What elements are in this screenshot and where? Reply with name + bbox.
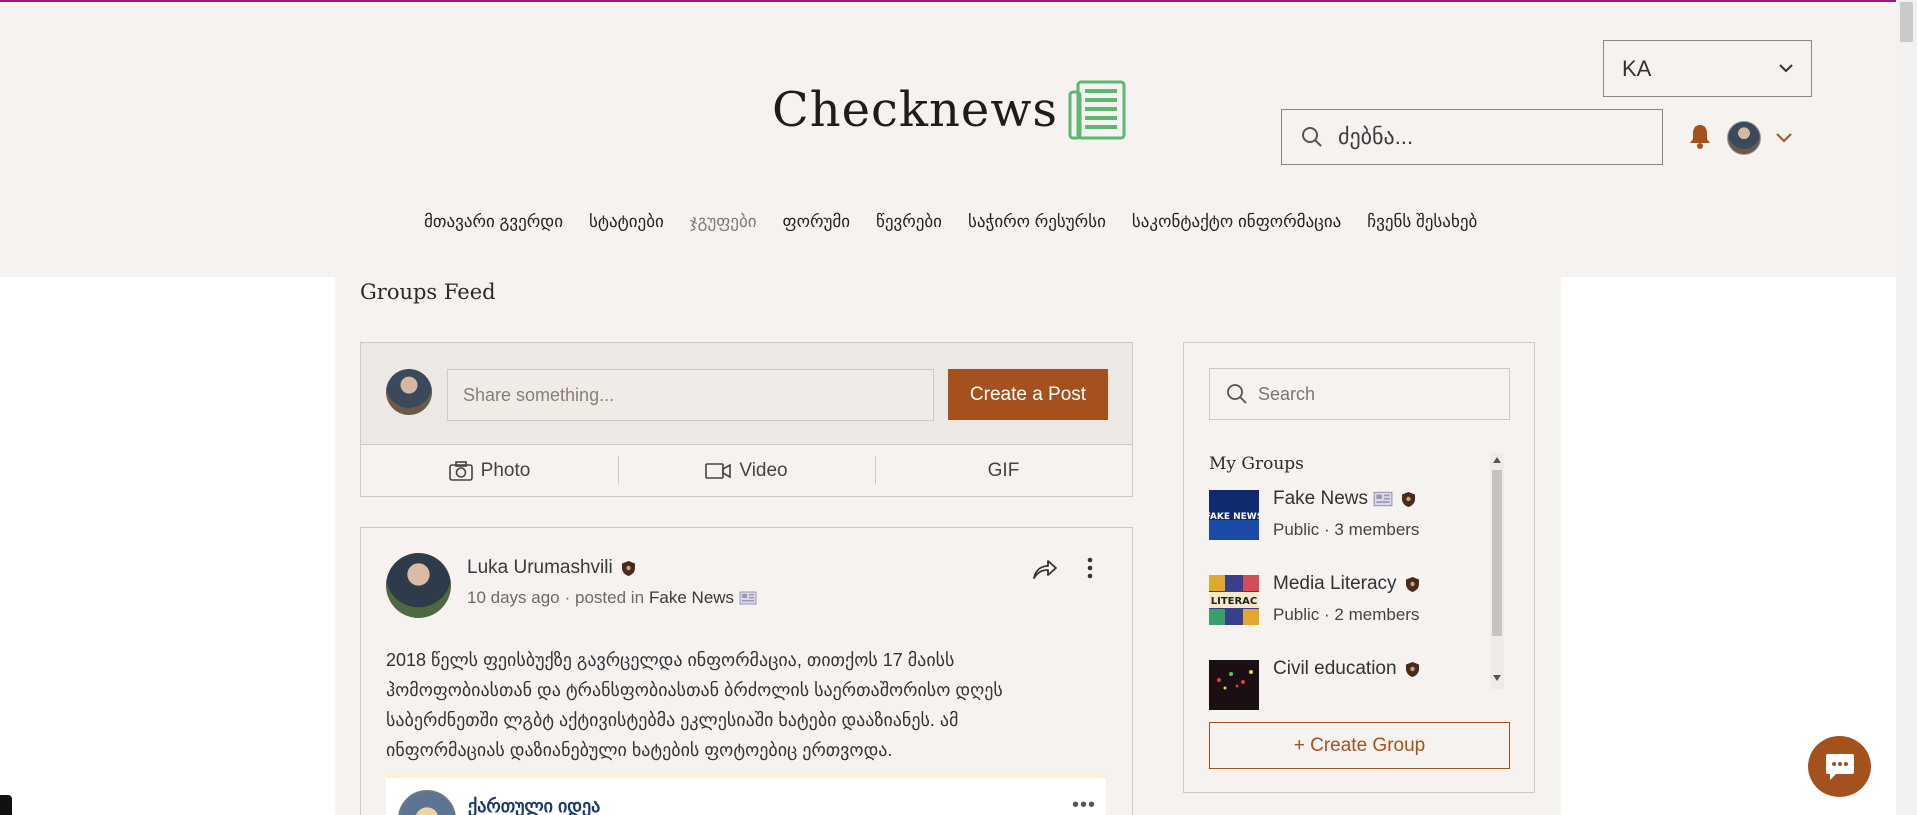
newspaper-emoji-icon xyxy=(739,591,757,605)
group-item-media-literacy[interactable]: LITERAC Media Literacy Public · 2 member… xyxy=(1209,571,1489,631)
create-post-button[interactable]: Create a Post xyxy=(948,369,1108,420)
posted-in-prefix: · posted in xyxy=(564,588,645,607)
media-options: Photo Video GIF xyxy=(361,446,1132,496)
share-something-input[interactable]: Share something... xyxy=(447,369,934,421)
my-groups-title: My Groups xyxy=(1209,454,1304,474)
post-author: Luka Urumashvili xyxy=(467,557,636,579)
embedded-post-preview[interactable]: ქართული იდეა ••• xyxy=(386,773,1106,815)
more-options-icon[interactable] xyxy=(1086,556,1094,580)
nav-item-home[interactable]: მთავარი გვერდი xyxy=(424,212,563,232)
video-button[interactable]: Video xyxy=(618,446,875,496)
groups-search-input[interactable]: Search xyxy=(1209,368,1510,420)
nav-item-contact[interactable]: საკონტაქტო ინფორმაცია xyxy=(1132,212,1341,232)
share-placeholder: Share something... xyxy=(463,384,615,405)
site-logo[interactable]: Checknews xyxy=(772,78,1130,142)
group-name: Fake News xyxy=(1273,488,1416,510)
language-value: KA xyxy=(1622,55,1652,81)
search-icon xyxy=(1302,127,1322,147)
gif-label: GIF xyxy=(987,460,1020,481)
search-placeholder: ძებნა... xyxy=(1338,124,1414,149)
nav-item-about[interactable]: ჩვენს შესახებ xyxy=(1367,212,1477,232)
post-group-link[interactable]: Fake News xyxy=(649,588,734,608)
group-meta: Public · 3 members xyxy=(1273,520,1420,539)
user-avatar[interactable] xyxy=(1727,121,1761,155)
group-thumbnail-text: LITERAC xyxy=(1211,596,1258,607)
group-name-text: Media Literacy xyxy=(1273,573,1397,594)
post-body: 2018 წელს ფეისბუქზე გავრცელდა ინფორმაცია… xyxy=(386,650,1003,760)
scrollbar-thumb[interactable] xyxy=(1492,470,1502,636)
group-name: Civil education xyxy=(1273,658,1420,680)
video-camera-icon xyxy=(705,463,732,479)
site-header: Checknews KA ძებნა... მთავარი გვერდი სტა… xyxy=(0,2,1896,277)
group-thumbnail: LITERAC xyxy=(1209,575,1259,625)
admin-shield-icon xyxy=(1405,576,1419,592)
nav-item-groups[interactable]: ჯგუფები xyxy=(690,212,757,232)
post-composer: Share something... Create a Post Photo V… xyxy=(360,342,1133,497)
search-icon xyxy=(1227,384,1247,404)
admin-shield-icon xyxy=(1405,661,1419,677)
site-search-input[interactable]: ძებნა... xyxy=(1281,109,1663,165)
admin-shield-icon xyxy=(1402,491,1416,507)
nav-item-forum[interactable]: ფორუმი xyxy=(783,212,851,232)
admin-shield-icon xyxy=(621,560,635,576)
author-avatar[interactable] xyxy=(386,553,451,618)
nav-item-resources[interactable]: საჭირო რესურსი xyxy=(968,212,1106,232)
group-name-text: Fake News xyxy=(1273,488,1369,509)
logo-text: Checknews xyxy=(772,82,1059,138)
group-thumbnail xyxy=(1209,660,1259,710)
notification-bell-icon[interactable] xyxy=(1688,123,1712,149)
main-navigation: მთავარი გვერდი სტატიები ჯგუფები ფორუმი წ… xyxy=(424,212,1503,232)
group-name-text: Civil education xyxy=(1273,658,1397,679)
scroll-down-icon[interactable] xyxy=(1493,675,1501,681)
share-icon[interactable] xyxy=(1032,558,1058,580)
photo-label: Photo xyxy=(480,460,531,481)
gif-button[interactable]: GIF xyxy=(875,446,1132,496)
my-groups-list: FAKE NEWS Fake News Public · 3 members L… xyxy=(1209,486,1509,731)
newspaper-icon xyxy=(1068,80,1126,140)
group-name: Media Literacy xyxy=(1273,573,1420,595)
group-item-civil-education[interactable]: Civil education xyxy=(1209,656,1489,716)
embedded-more-icon: ••• xyxy=(1071,794,1096,815)
page-title: Groups Feed xyxy=(360,280,496,304)
corner-widget xyxy=(0,795,12,815)
groups-search-placeholder: Search xyxy=(1258,383,1316,404)
chevron-down-icon xyxy=(1779,64,1793,73)
groups-list-scrollbar[interactable] xyxy=(1490,453,1504,689)
avatar xyxy=(386,369,432,415)
nav-item-articles[interactable]: სტატიები xyxy=(589,212,664,232)
post-time: 10 days ago xyxy=(467,588,560,607)
create-group-button[interactable]: + Create Group xyxy=(1209,722,1510,769)
chat-button[interactable] xyxy=(1808,736,1871,797)
scroll-up-icon[interactable] xyxy=(1493,457,1501,463)
post-meta: 10 days ago · posted in Fake News xyxy=(467,588,757,608)
newspaper-emoji-icon xyxy=(1373,491,1393,507)
photo-button[interactable]: Photo xyxy=(361,446,618,496)
language-selector[interactable]: KA xyxy=(1603,40,1812,97)
group-thumbnail: FAKE NEWS xyxy=(1209,490,1259,540)
page-scrollbar[interactable] xyxy=(1896,0,1917,815)
group-meta: Public · 2 members xyxy=(1273,605,1420,624)
chevron-down-icon[interactable] xyxy=(1774,130,1794,146)
camera-icon xyxy=(448,461,473,481)
embedded-avatar xyxy=(398,790,456,815)
group-thumbnail-text: FAKE NEWS xyxy=(1209,512,1259,522)
group-item-fake-news[interactable]: FAKE NEWS Fake News Public · 3 members xyxy=(1209,486,1489,546)
embedded-title: ქართული იდეა xyxy=(468,796,601,815)
composer-top: Share something... Create a Post xyxy=(361,343,1132,445)
nav-item-members[interactable]: წევრები xyxy=(876,212,942,232)
groups-sidebar: Search My Groups FAKE NEWS Fake News Pub… xyxy=(1183,342,1535,793)
page-scrollbar-thumb[interactable] xyxy=(1900,2,1913,42)
author-name[interactable]: Luka Urumashvili xyxy=(467,557,613,579)
video-label: Video xyxy=(739,460,788,481)
chat-bubble-icon xyxy=(1825,753,1854,780)
feed-post: Luka Urumashvili 10 days ago · posted in… xyxy=(360,527,1133,815)
